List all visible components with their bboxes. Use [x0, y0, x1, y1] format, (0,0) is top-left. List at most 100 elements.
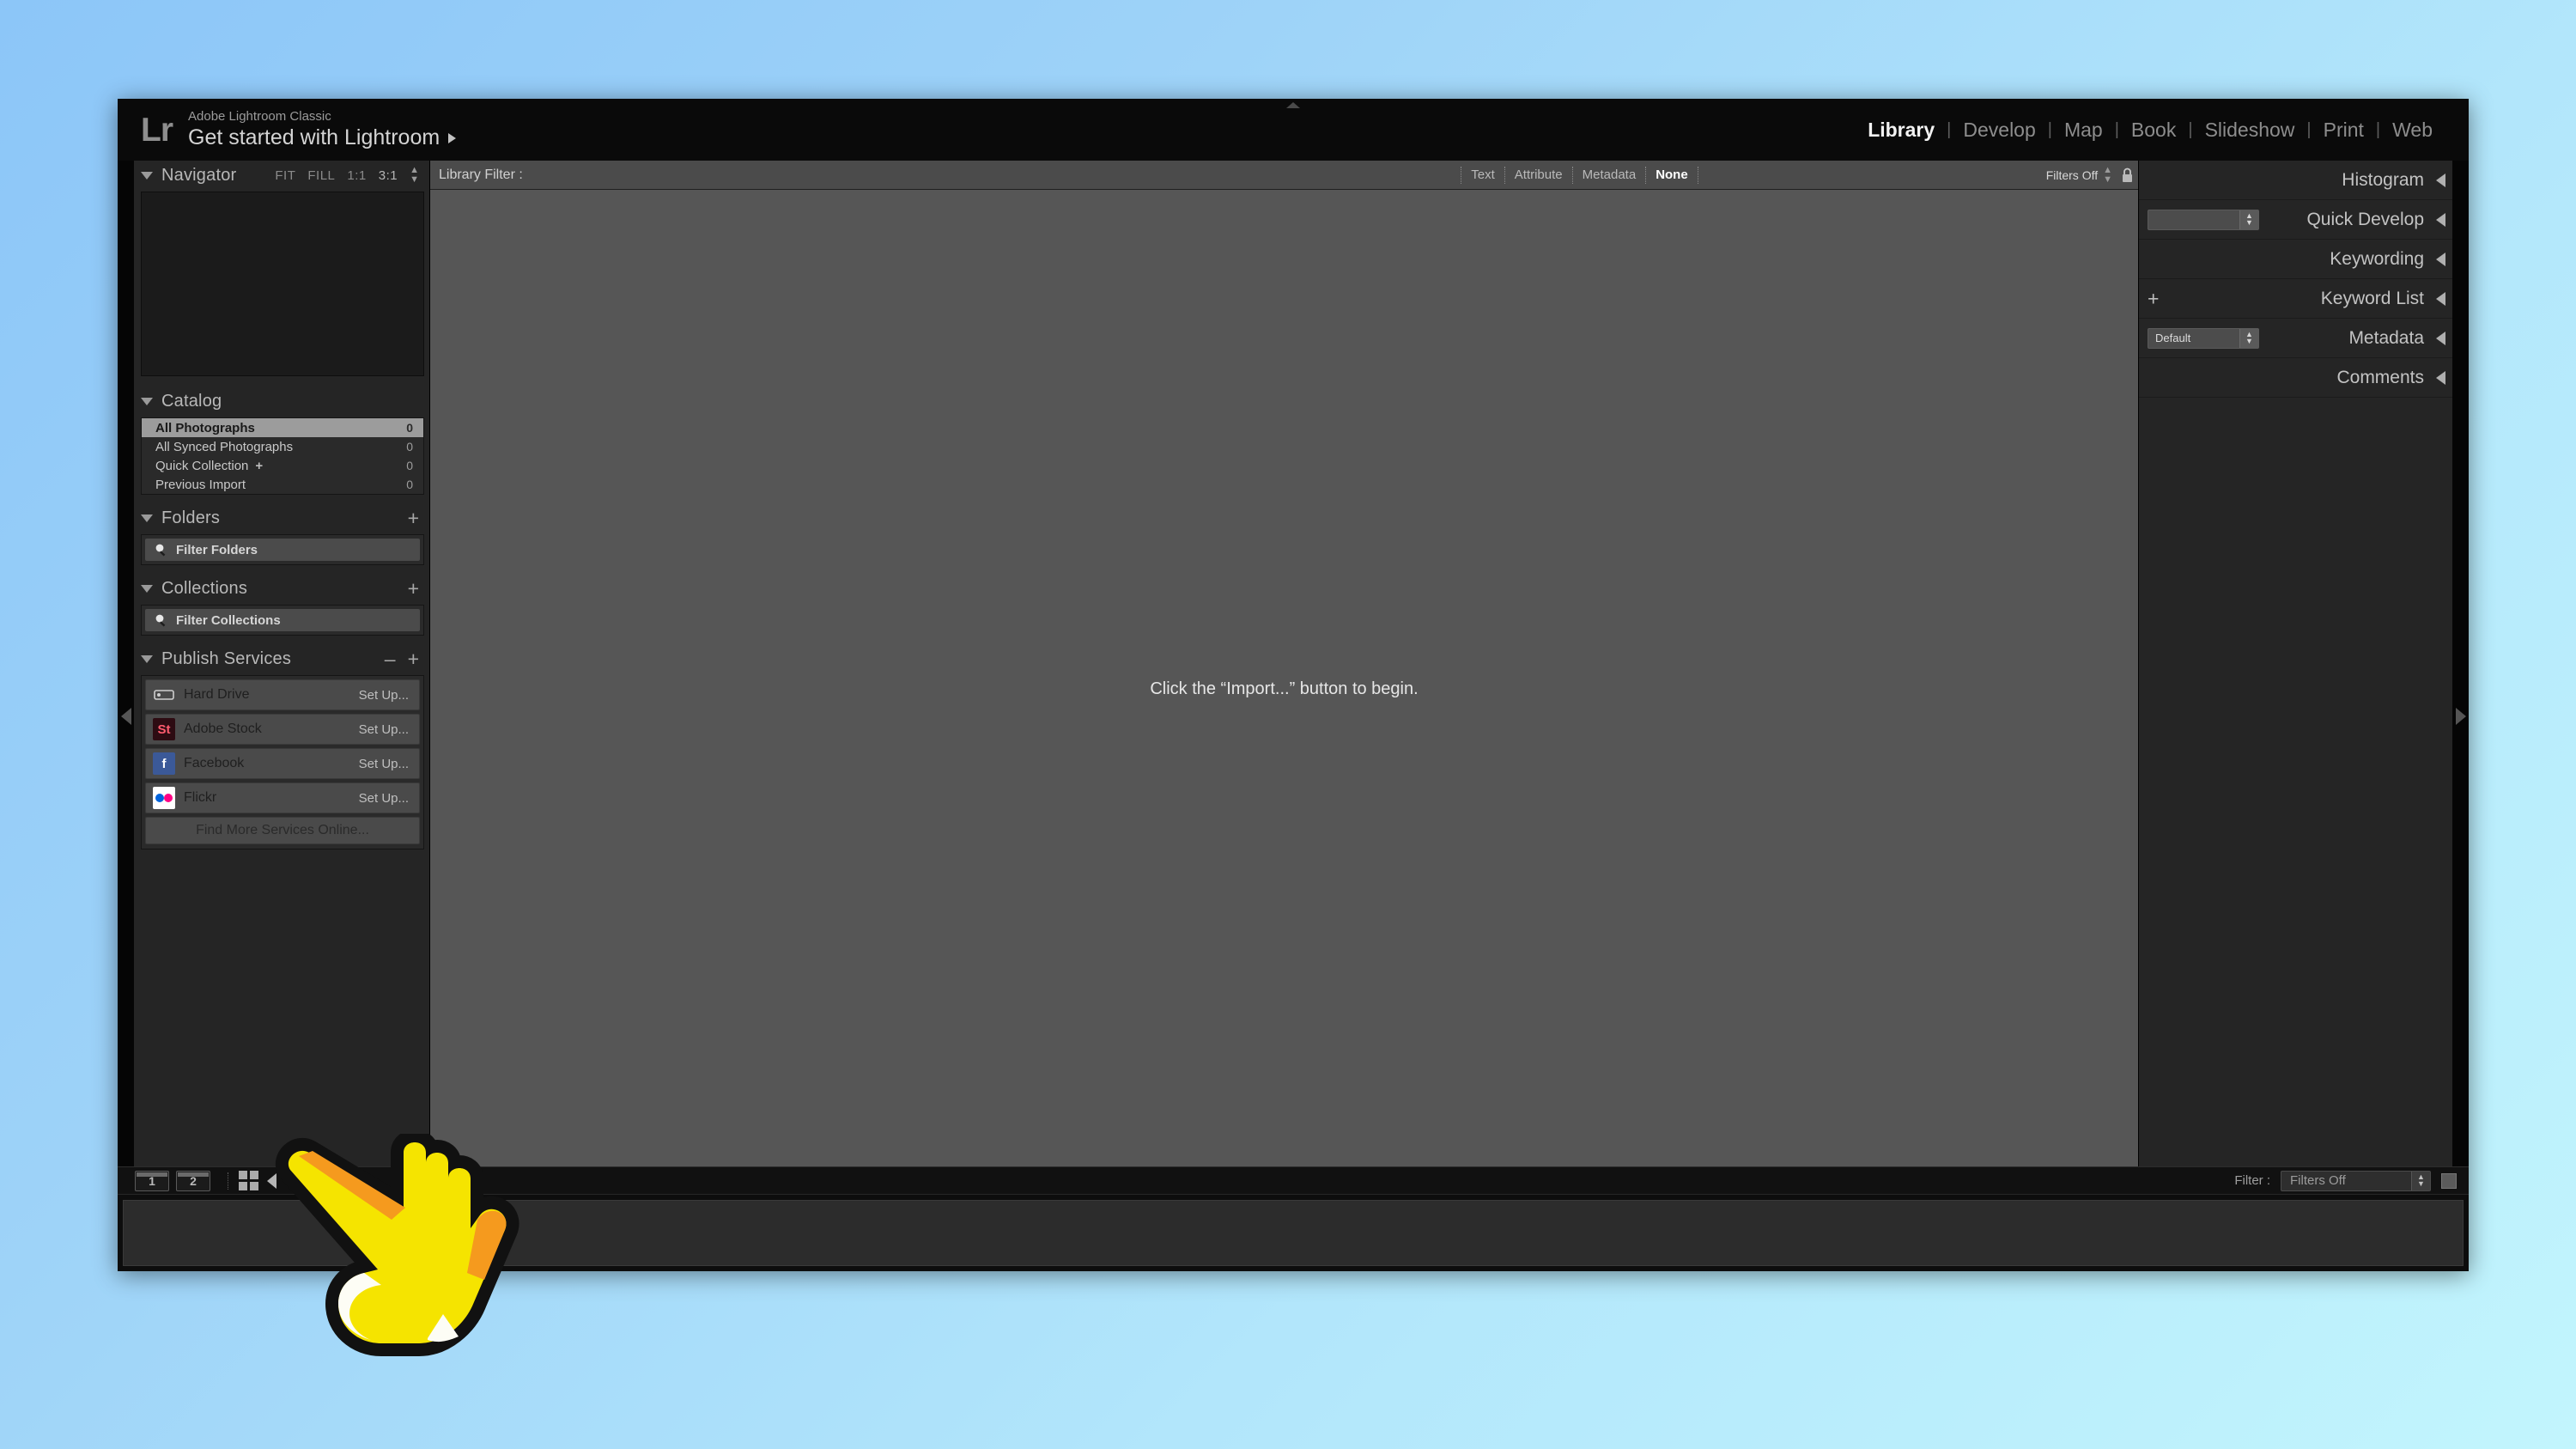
filters-state-group[interactable]: Filters Off ▲ ▼	[2046, 165, 2112, 184]
publish-services-title: Publish Services	[161, 648, 292, 668]
right-panel-section-metadata[interactable]: Default ▲ ▼ Metadata	[2139, 319, 2452, 358]
module-slideshow[interactable]: Slideshow	[2200, 119, 2300, 142]
navigator-header[interactable]: Navigator FIT FILL 1:1 3:1 ▲ ▼	[134, 161, 429, 190]
catalog-row[interactable]: All Photographs 0	[142, 418, 423, 437]
lock-icon[interactable]	[2119, 167, 2135, 184]
catalog-row[interactable]: Previous Import 0	[142, 475, 423, 494]
center-area: Library Filter : Text Attribute Metadata No…	[430, 161, 2138, 1271]
add-keyword-button[interactable]: +	[2148, 289, 2159, 308]
module-map[interactable]: Map	[2059, 119, 2108, 142]
disclosure-triangle-icon[interactable]	[141, 514, 153, 522]
preset-combo[interactable]: Default ▲ ▼	[2148, 327, 2259, 349]
publish-services-header[interactable]: Publish Services – +	[134, 644, 429, 673]
triangle-left-icon[interactable]	[2436, 173, 2445, 187]
triangle-left-icon[interactable]	[2436, 291, 2445, 306]
empty-state-message: Click the “Import...” button to begin.	[1150, 679, 1419, 698]
triangle-left-icon[interactable]	[267, 1172, 276, 1189]
left-panel: Navigator FIT FILL 1:1 3:1 ▲ ▼ Catalog Al…	[134, 161, 430, 1271]
disclosure-triangle-icon[interactable]	[141, 397, 153, 405]
collections-header[interactable]: Collections +	[134, 574, 429, 603]
filmstrip-tray[interactable]	[123, 1200, 2464, 1266]
publish-service-row[interactable]: Flickr Set Up...	[145, 782, 420, 813]
catalog-row[interactable]: All Synced Photographs 0	[142, 437, 423, 456]
right-panel-section-title: Keywording	[2330, 248, 2424, 269]
library-filter-tabs: Text Attribute Metadata None Filters Off ▲ ▼	[1461, 165, 2135, 184]
zoom-fit[interactable]: FIT	[275, 168, 295, 183]
module-separator: |	[2306, 119, 2312, 139]
remove-service-button[interactable]: –	[385, 648, 396, 669]
module-print[interactable]: Print	[2318, 119, 2369, 142]
top-panel-handle[interactable]	[1286, 102, 1300, 108]
hard-drive-icon	[153, 684, 175, 706]
module-library[interactable]: Library	[1862, 119, 1940, 142]
publish-service-row[interactable]: St Adobe Stock Set Up...	[145, 714, 420, 745]
up-down-stepper-icon[interactable]: ▲▼	[410, 166, 419, 185]
triangle-left-icon[interactable]	[2436, 331, 2445, 345]
filter-folders-input[interactable]: Filter Folders	[145, 539, 420, 561]
right-panel-sections: Histogram ▲ ▼ Quick Develop Keywording + Keywo…	[2139, 161, 2452, 398]
up-down-stepper-icon[interactable]: ▲▼	[2103, 165, 2112, 184]
up-down-stepper-icon[interactable]: ▲▼	[2411, 1171, 2430, 1190]
screen-1-button[interactable]: 1	[135, 1170, 169, 1191]
publish-service-setup-link[interactable]: Set Up...	[359, 757, 409, 771]
zoom-1-1[interactable]: 1:1	[347, 168, 366, 183]
add-service-button[interactable]: +	[408, 648, 419, 669]
module-develop[interactable]: Develop	[1958, 119, 2040, 142]
quick-collection-plus-icon[interactable]: +	[255, 459, 263, 473]
zoom-3-1[interactable]: 3:1	[379, 168, 398, 183]
module-separator: |	[2375, 119, 2381, 139]
library-filter-tab-text[interactable]: Text	[1461, 166, 1504, 184]
right-panel-section-histogram[interactable]: Histogram	[2139, 161, 2452, 200]
zoom-fill[interactable]: FILL	[307, 168, 335, 183]
publish-service-setup-link[interactable]: Set Up...	[359, 688, 409, 703]
find-more-services-button[interactable]: Find More Services Online...	[145, 817, 420, 844]
left-panel-toggle[interactable]	[118, 161, 134, 1271]
right-panel-section-quick-develop[interactable]: ▲ ▼ Quick Develop	[2139, 200, 2452, 240]
disclosure-triangle-icon[interactable]	[141, 171, 153, 180]
catalog-header[interactable]: Catalog	[134, 387, 429, 416]
library-filter-tab-end	[1697, 166, 1720, 184]
screen-2-button[interactable]: 2	[176, 1170, 210, 1191]
add-folder-button[interactable]: +	[408, 508, 419, 528]
publish-service-row[interactable]: f Facebook Set Up...	[145, 748, 420, 779]
identity-plate[interactable]: Adobe Lightroom Classic Get started with…	[188, 109, 457, 149]
right-panel-section-title: Quick Develop	[2306, 209, 2424, 229]
right-panel-toggle[interactable]	[2452, 161, 2469, 1271]
catalog-row-count: 0	[406, 440, 413, 454]
publish-service-setup-link[interactable]: Set Up...	[359, 722, 409, 737]
module-web[interactable]: Web	[2387, 119, 2438, 142]
filter-collections-input[interactable]: Filter Collections	[145, 609, 420, 631]
library-filter-tab-attribute[interactable]: Attribute	[1504, 166, 1572, 184]
up-down-stepper-icon[interactable]: ▲▼	[2239, 328, 2258, 348]
panel-square-icon[interactable]	[2441, 1172, 2457, 1189]
disclosure-triangle-icon[interactable]	[141, 654, 153, 663]
filmstrip-filter-combo[interactable]: Filters Off ▲ ▼	[2281, 1170, 2431, 1191]
publish-service-name: Flickr	[184, 790, 217, 805]
module-book[interactable]: Book	[2126, 119, 2181, 142]
right-panel-section-keywording[interactable]: Keywording	[2139, 240, 2452, 279]
module-picker: Library | Develop | Map | Book | Slideshow | Print…	[1862, 119, 2438, 142]
disclosure-triangle-icon[interactable]	[141, 584, 153, 593]
publish-service-row[interactable]: Hard Drive Set Up...	[145, 679, 420, 710]
add-collection-button[interactable]: +	[408, 578, 419, 599]
library-filter-tab-metadata[interactable]: Metadata	[1571, 166, 1646, 184]
grid-view-area[interactable]: Click the “Import...” button to begin.	[430, 190, 2138, 1232]
triangle-right-icon[interactable]	[448, 132, 457, 143]
folders-header[interactable]: Folders +	[134, 503, 429, 533]
right-panel-section-title: Histogram	[2342, 169, 2424, 190]
catalog-row[interactable]: Quick Collection +0	[142, 456, 423, 475]
triangle-left-icon[interactable]	[2436, 370, 2445, 385]
library-filter-tab-none[interactable]: None	[1645, 166, 1698, 184]
preset-combo[interactable]: ▲ ▼	[2148, 209, 2259, 230]
collections-title: Collections	[161, 578, 248, 598]
triangle-left-icon[interactable]	[2436, 212, 2445, 227]
up-down-stepper-icon[interactable]: ▲▼	[2239, 210, 2258, 229]
triangle-left-icon[interactable]	[2436, 252, 2445, 266]
grid-icon[interactable]	[239, 1171, 258, 1190]
module-separator: |	[2114, 119, 2119, 139]
catalog-row-label: All Synced Photographs	[155, 439, 294, 454]
publish-service-setup-link[interactable]: Set Up...	[359, 791, 409, 806]
module-separator: |	[2188, 119, 2193, 139]
right-panel-section-keyword-list[interactable]: + Keyword List	[2139, 279, 2452, 319]
right-panel-section-comments[interactable]: Comments	[2139, 358, 2452, 398]
